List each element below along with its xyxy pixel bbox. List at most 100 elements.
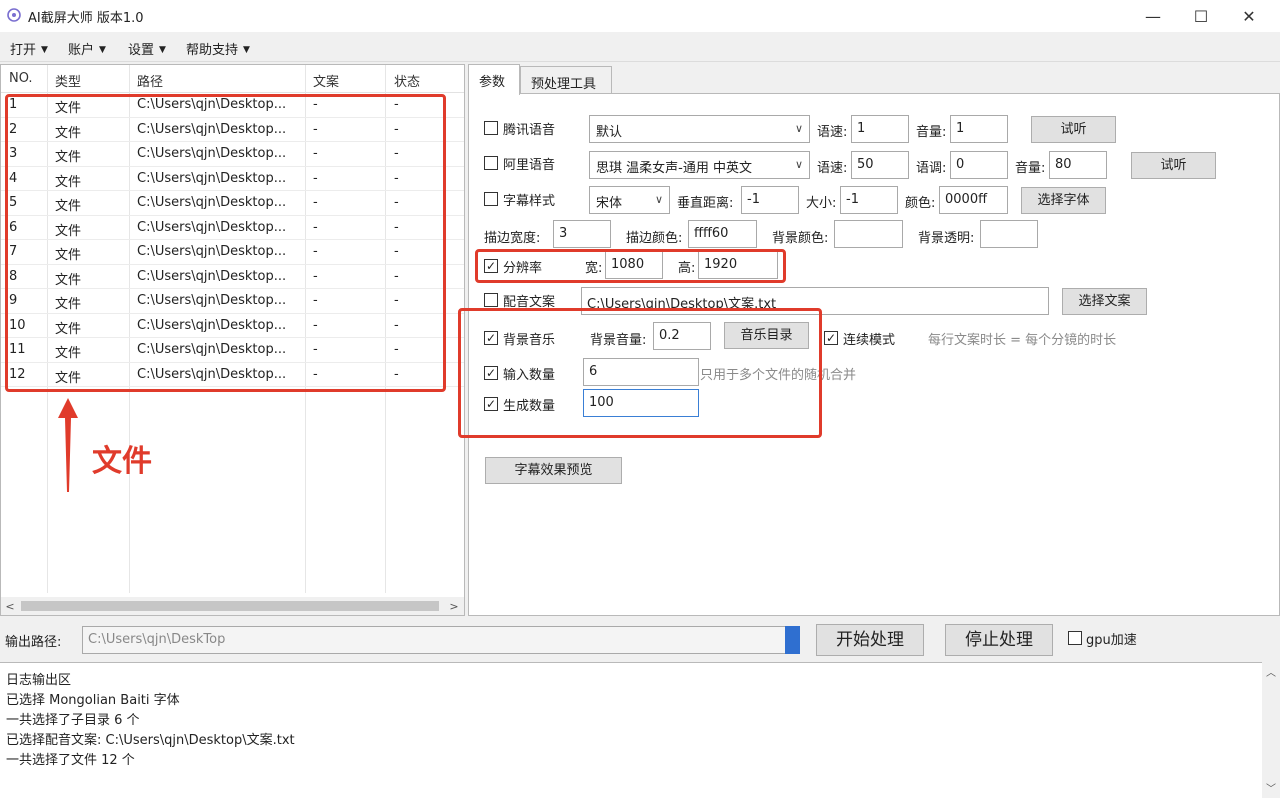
log-line: 日志输出区 (6, 673, 72, 688)
bg-color-input[interactable] (834, 220, 903, 248)
start-button[interactable]: 开始处理 (816, 624, 924, 656)
menu-account-label: 账户 (68, 43, 95, 58)
annotation-box-bgm (458, 308, 822, 438)
font-size-input[interactable]: -1 (840, 186, 898, 214)
stop-button[interactable]: 停止处理 (945, 624, 1053, 656)
menu-help[interactable]: 帮助支持 ▼ (186, 39, 250, 58)
tencent-voice-checkbox[interactable] (484, 121, 498, 135)
header-no[interactable]: NO. (9, 71, 33, 86)
log-line: 一共选择了文件 12 个 (6, 753, 135, 768)
bg-color-label: 背景颜色: (772, 231, 829, 246)
border-color-input[interactable]: ffff60 (688, 220, 757, 248)
browse-path-handle[interactable] (785, 626, 800, 654)
border-width-input[interactable]: 3 (553, 220, 611, 248)
annotation-box-files (5, 94, 446, 392)
ali-speed-input[interactable]: 50 (851, 151, 909, 179)
font-color-label: 颜色: (905, 196, 936, 211)
tencent-volume-label: 音量: (916, 125, 947, 140)
header-type[interactable]: 类型 (55, 71, 81, 90)
font-color-input[interactable]: 0000ff (939, 186, 1008, 214)
header-status[interactable]: 状态 (394, 71, 420, 90)
annotation-box-resolution (475, 249, 786, 283)
chevron-down-icon: ▼ (99, 45, 106, 55)
menu-help-label: 帮助支持 (186, 43, 239, 58)
bg-alpha-input[interactable] (980, 220, 1038, 248)
header-caption[interactable]: 文案 (313, 71, 339, 90)
ali-pitch-label: 语调: (916, 161, 947, 176)
continuous-mode-checkbox[interactable]: ✓ (824, 331, 838, 345)
ali-pitch-input[interactable]: 0 (950, 151, 1008, 179)
tab-preprocess[interactable]: 预处理工具 (520, 66, 612, 94)
tencent-speed-label: 语速: (817, 125, 848, 140)
vertical-distance-input[interactable]: -1 (741, 186, 799, 214)
output-path-input[interactable]: C:\Users\qjn\DeskTop (82, 626, 786, 654)
gpu-label: gpu加速 (1086, 633, 1137, 648)
output-path-label: 输出路径: (5, 635, 62, 650)
header-path[interactable]: 路径 (137, 71, 163, 90)
title-bar: AI截屏大师 版本1.0 — ☐ ✕ (0, 0, 1280, 32)
subtitle-preview-button[interactable]: 字幕效果预览 (485, 457, 622, 484)
scroll-down-icon[interactable]: ﹀ (1262, 780, 1280, 796)
close-button[interactable]: ✕ (1226, 0, 1272, 32)
chevron-down-icon: ▼ (41, 45, 48, 55)
scroll-up-icon[interactable]: ︿ (1262, 664, 1280, 680)
chevron-down-icon: ∨ (654, 193, 663, 206)
ali-speed-label: 语速: (817, 161, 848, 176)
horizontal-scrollbar[interactable]: < > (1, 597, 464, 615)
select-caption-button[interactable]: 选择文案 (1062, 288, 1147, 315)
menu-open[interactable]: 打开 ▼ (10, 39, 48, 58)
menu-settings[interactable]: 设置 ▼ (128, 39, 166, 58)
log-line: 已选择配音文案: C:\Users\qjn\Desktop\文案.txt (6, 733, 295, 748)
chevron-down-icon: ▼ (243, 45, 250, 55)
continuous-mode-hint: 每行文案时长 = 每个分镜的时长 (928, 333, 1117, 348)
tab-strip: 参数 预处理工具 (468, 64, 1280, 95)
tencent-voice-value: 默认 (596, 125, 623, 140)
menu-bar: 打开 ▼ 账户 ▼ 设置 ▼ 帮助支持 ▼ (0, 32, 1280, 62)
ali-voice-label: 阿里语音 (503, 158, 556, 173)
tencent-speed-input[interactable]: 1 (851, 115, 909, 143)
ali-volume-label: 音量: (1015, 161, 1046, 176)
app-logo-icon (7, 8, 21, 22)
annotation-arrow-up-icon (58, 398, 78, 492)
tencent-preview-button[interactable]: 试听 (1031, 116, 1116, 143)
output-bar: 输出路径: C:\Users\qjn\DeskTop 开始处理 停止处理 gpu… (0, 616, 1280, 662)
scroll-left-icon[interactable]: < (1, 598, 19, 614)
scrollbar-thumb[interactable] (21, 601, 439, 611)
chevron-down-icon: ∨ (794, 158, 803, 171)
tencent-volume-input[interactable]: 1 (950, 115, 1008, 143)
menu-settings-label: 设置 (128, 43, 155, 58)
menu-open-label: 打开 (10, 43, 37, 58)
scroll-right-icon[interactable]: > (445, 598, 463, 614)
log-line: 一共选择了子目录 6 个 (6, 713, 140, 728)
log-output[interactable]: 日志输出区 已选择 Mongolian Baiti 字体 一共选择了子目录 6 … (0, 662, 1280, 798)
list-header: NO. 类型 路径 文案 状态 (1, 65, 464, 93)
subtitle-style-checkbox[interactable] (484, 192, 498, 206)
tencent-voice-label: 腾讯语音 (503, 123, 556, 138)
minimize-button[interactable]: — (1130, 0, 1176, 32)
font-size-label: 大小: (806, 196, 837, 211)
subtitle-font-value: 宋体 (596, 196, 623, 211)
window-title: AI截屏大师 版本1.0 (28, 11, 144, 26)
select-font-button[interactable]: 选择字体 (1021, 187, 1106, 214)
border-color-label: 描边颜色: (626, 231, 683, 246)
tab-params[interactable]: 参数 (468, 64, 520, 95)
bg-alpha-label: 背景透明: (918, 231, 975, 246)
tencent-voice-select[interactable]: 默认 ∨ (589, 115, 810, 143)
ali-voice-select[interactable]: 思琪 温柔女声-通用 中英文 ∨ (589, 151, 810, 179)
subtitle-font-select[interactable]: 宋体 ∨ (589, 186, 670, 214)
vertical-distance-label: 垂直距离: (677, 196, 734, 211)
continuous-mode-label: 连续模式 (843, 333, 896, 348)
caption-checkbox[interactable] (484, 293, 498, 307)
menu-account[interactable]: 账户 ▼ (68, 39, 106, 58)
subtitle-style-label: 字幕样式 (503, 194, 556, 209)
chevron-down-icon: ▼ (159, 45, 166, 55)
annotation-label: 文件 (92, 444, 152, 479)
border-width-label: 描边宽度: (484, 231, 541, 246)
ali-voice-value: 思琪 温柔女声-通用 中英文 (596, 161, 752, 176)
ali-voice-checkbox[interactable] (484, 156, 498, 170)
maximize-button[interactable]: ☐ (1178, 0, 1224, 32)
ali-preview-button[interactable]: 试听 (1131, 152, 1216, 179)
vertical-scrollbar[interactable]: ︿ ﹀ (1262, 662, 1280, 798)
ali-volume-input[interactable]: 80 (1049, 151, 1107, 179)
gpu-checkbox[interactable] (1068, 631, 1082, 645)
